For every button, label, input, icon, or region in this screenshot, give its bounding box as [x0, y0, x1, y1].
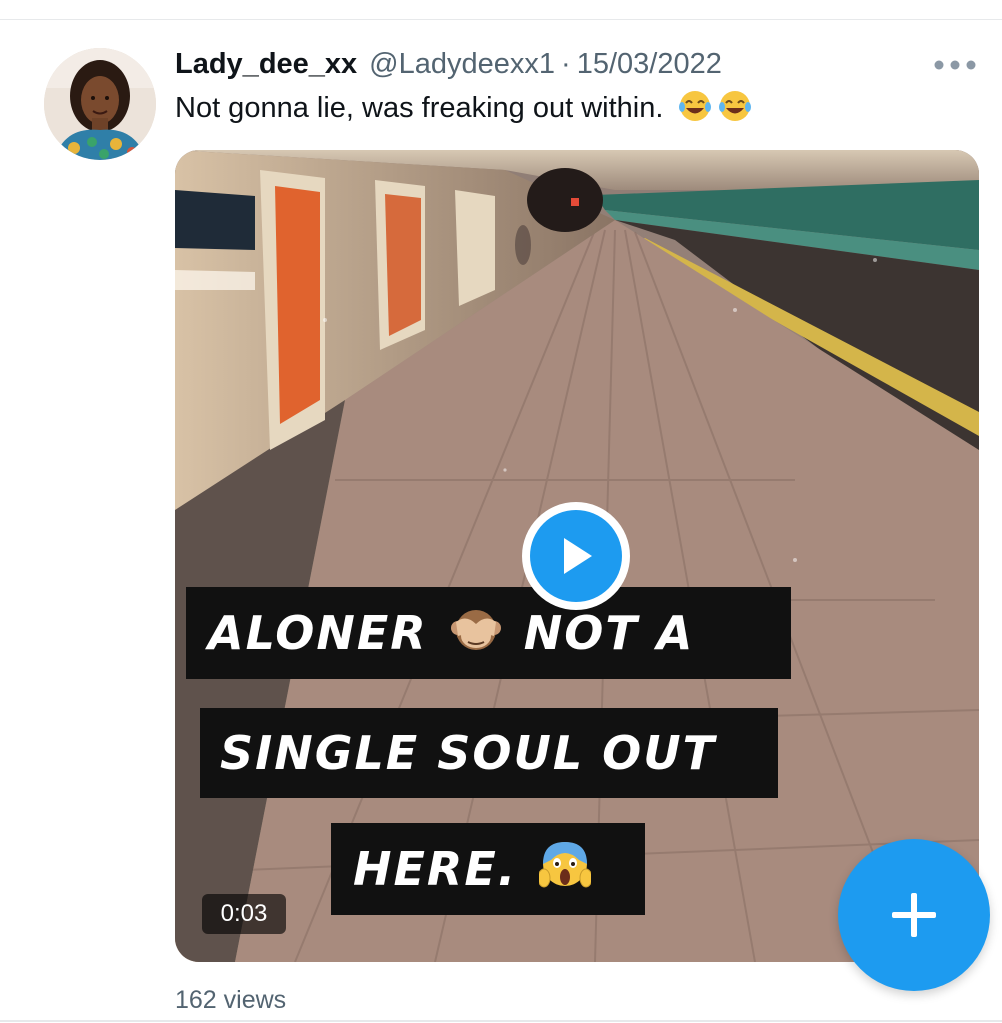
user-handle[interactable]: @Ladydeexx1 [369, 48, 555, 81]
view-count: 162 views [175, 986, 287, 1014]
bottom-divider [0, 1020, 1002, 1022]
tweet-date[interactable]: 15/03/2022 [577, 48, 722, 81]
caption-line-3: HERE. [331, 823, 645, 915]
play-button-disc [530, 510, 622, 602]
plus-icon [892, 893, 936, 937]
caption-line-1: ALONER NOT A [186, 587, 791, 679]
caption-text-3: HERE. [353, 842, 518, 896]
tweet-text: Not gonna lie, was freaking out within. [175, 88, 754, 128]
tweet-view: Lady_dee_xx @Ladydeexx1 · 15/03/2022 Not… [0, 0, 1002, 1023]
more-options-button[interactable] [928, 50, 982, 80]
screaming-face-emoji-icon [537, 836, 593, 903]
header-separator: · [561, 47, 571, 80]
tweet-body: Not gonna lie, was freaking out within. [175, 92, 664, 124]
video-player[interactable]: ALONER NOT A SINGLE SOUL OUT HERE. 0:03 [175, 150, 979, 962]
avatar[interactable] [44, 48, 156, 160]
play-icon [564, 538, 592, 574]
caption-text-1b: NOT A [523, 606, 695, 660]
see-no-evil-monkey-emoji-icon [450, 602, 502, 665]
video-duration-badge: 0:03 [202, 894, 286, 934]
caption-line-2: SINGLE SOUL OUT [200, 708, 778, 798]
caption-text-2: SINGLE SOUL OUT [220, 726, 716, 780]
display-name[interactable]: Lady_dee_xx [175, 48, 357, 81]
tears-of-joy-emoji-icon [678, 89, 754, 134]
more-dots-icon [934, 60, 976, 70]
play-button[interactable] [522, 502, 630, 610]
caption-text-1a: ALONER [208, 606, 428, 660]
compose-tweet-button[interactable] [838, 839, 990, 991]
top-divider [0, 19, 1002, 20]
tweet-header: Lady_dee_xx @Ladydeexx1 · 15/03/2022 [175, 44, 722, 84]
